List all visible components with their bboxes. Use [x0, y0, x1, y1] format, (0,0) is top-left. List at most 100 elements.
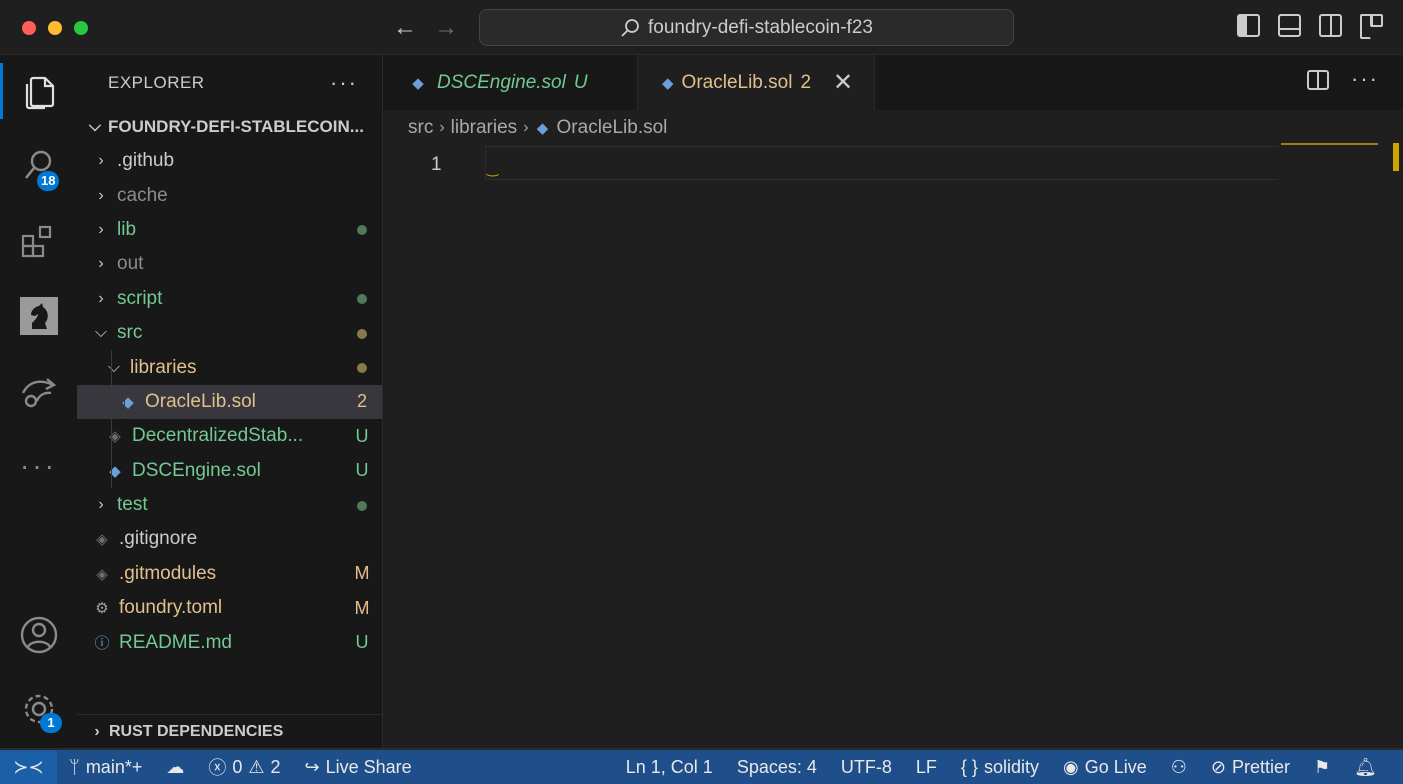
- rust-dependencies-label: RUST DEPENDENCIES: [109, 722, 284, 740]
- branch-icon: ᛘ: [69, 756, 80, 777]
- settings-gear-icon[interactable]: 1: [0, 681, 77, 737]
- git-decoration: U: [355, 632, 369, 653]
- minimap-indicator: [1281, 143, 1378, 145]
- problems-indicator[interactable]: ⓧ 0 ⚠ 2: [196, 754, 292, 780]
- workspace-folder-label: FOUNDRY-DEFI-STABLECOIN...: [108, 117, 364, 136]
- indent-guide: [111, 384, 112, 420]
- tree-file[interactable]: ◆ DSCEngine.sol U: [77, 453, 382, 488]
- warning-squiggle: ‿: [487, 160, 499, 176]
- breadcrumb-item[interactable]: libraries: [451, 117, 518, 139]
- language-label: solidity: [983, 756, 1039, 777]
- activity-bar: 18 ··· 1: [0, 55, 77, 748]
- more-views-icon[interactable]: ···: [0, 438, 77, 494]
- command-center-search[interactable]: foundry-defi-stablecoin-f23: [479, 9, 1014, 46]
- toggle-secondary-sidebar-icon[interactable]: [1319, 14, 1342, 37]
- breadcrumb-item[interactable]: OracleLib.sol: [557, 117, 668, 139]
- tab-oraclelib[interactable]: ◆ OracleLib.sol 2 ✕: [638, 55, 875, 110]
- tree-item-label: test: [117, 494, 148, 516]
- breadcrumb-item[interactable]: src: [408, 117, 433, 139]
- accounts-icon[interactable]: [0, 607, 77, 663]
- language-mode[interactable]: { } solidity: [949, 757, 1051, 778]
- toggle-panel-icon[interactable]: [1278, 14, 1301, 37]
- maximize-window-button[interactable]: [74, 21, 88, 35]
- settings-badge: 1: [40, 713, 62, 733]
- chevron-right-icon: ›: [98, 255, 104, 273]
- status-bar: ≻≺ ᛘ main*+ ☁ ⓧ 0 ⚠ 2 ↪ Live Share Ln 1,…: [0, 748, 1403, 784]
- extensions-icon[interactable]: [0, 213, 77, 269]
- chevron-right-icon: ›: [523, 119, 529, 136]
- go-live-label: Go Live: [1084, 756, 1147, 777]
- chess-knight-extension-icon[interactable]: [0, 288, 77, 344]
- split-editor-icon[interactable]: [1307, 70, 1330, 90]
- tree-folder[interactable]: › lib: [77, 213, 382, 247]
- close-icon[interactable]: ✕: [833, 68, 853, 97]
- back-arrow-icon[interactable]: ←: [393, 14, 417, 42]
- title-bar: ← → foundry-defi-stablecoin-f23: [0, 0, 1403, 55]
- tree-item-label: OracleLib.sol: [145, 390, 256, 412]
- forward-arrow-icon[interactable]: →: [434, 14, 458, 42]
- tree-folder[interactable]: ⌵ src: [77, 316, 382, 350]
- prettier-disabled-icon: ⊘: [1210, 756, 1226, 777]
- remote-indicator-icon[interactable]: ≻≺: [0, 750, 57, 784]
- search-icon[interactable]: 18: [0, 137, 77, 193]
- rust-dependencies-section[interactable]: › RUST DEPENDENCIES: [77, 714, 383, 748]
- tree-folder[interactable]: › out: [77, 247, 382, 281]
- cloud-upload-icon: ☁: [166, 756, 185, 777]
- tree-item-label: src: [117, 322, 143, 344]
- tree-file[interactable]: ◆ OracleLib.sol 2: [77, 384, 382, 420]
- workspace-folder[interactable]: ⌵ FOUNDRY-DEFI-STABLECOIN...: [77, 110, 382, 144]
- close-window-button[interactable]: [22, 21, 36, 35]
- encoding[interactable]: UTF-8: [829, 757, 904, 778]
- tree-folder[interactable]: ⌵ libraries: [77, 350, 382, 385]
- chevron-down-icon: ⌵: [107, 358, 121, 376]
- tree-file[interactable]: ⚙ foundry.toml M: [77, 591, 382, 625]
- tab-dscengine[interactable]: ◆ DSCEngine.sol U: [383, 55, 638, 110]
- chevron-down-icon: ⌵: [88, 118, 102, 135]
- git-status-dot: [357, 225, 367, 236]
- git-decoration: M: [354, 563, 370, 584]
- tree-folder[interactable]: › test: [77, 488, 382, 522]
- git-decoration: M: [354, 597, 370, 618]
- tree-folder[interactable]: › .github: [77, 144, 382, 178]
- chevron-right-icon: ›: [98, 152, 104, 170]
- more-actions-icon[interactable]: ···: [330, 70, 358, 96]
- tree-file[interactable]: ◈ .gitignore: [77, 522, 382, 556]
- live-share-button[interactable]: ↪ Live Share: [293, 757, 424, 778]
- tree-folder[interactable]: › cache: [77, 178, 382, 212]
- end-of-line[interactable]: LF: [904, 757, 949, 778]
- feedback-icon[interactable]: ⚑: [1302, 757, 1342, 778]
- scrollbar-warning-marker: [1393, 143, 1399, 171]
- solidity-file-icon: ◆: [662, 74, 674, 92]
- git-branch[interactable]: ᛘ main*+: [57, 757, 154, 778]
- chevron-right-icon: ›: [98, 220, 104, 238]
- tree-folder[interactable]: › script: [77, 282, 382, 316]
- chevron-right-icon: ›: [94, 722, 100, 740]
- cursor-position[interactable]: Ln 1, Col 1: [614, 757, 725, 778]
- error-icon: ⓧ: [208, 758, 227, 778]
- sync-button[interactable]: ☁: [154, 757, 196, 778]
- remote-explorer-icon[interactable]: [0, 363, 77, 419]
- indent-guide: [111, 350, 112, 385]
- tree-file[interactable]: ◈ DecentralizedStab... U: [77, 419, 382, 454]
- tree-item-label: foundry.toml: [119, 597, 223, 619]
- file-tree: › .github › cache › lib › out › script ⌵ src ⌵ librar…: [77, 144, 382, 660]
- tree-file[interactable]: ◈ .gitmodules M: [77, 557, 382, 591]
- explorer-icon[interactable]: [0, 63, 77, 119]
- prettier-button[interactable]: ⊘ Prettier: [1199, 757, 1302, 778]
- chevron-right-icon: ›: [98, 496, 104, 514]
- line-number: 1: [431, 154, 442, 175]
- git-status-dot: [357, 500, 367, 511]
- indentation[interactable]: Spaces: 4: [725, 757, 829, 778]
- toggle-primary-sidebar-icon[interactable]: [1237, 14, 1260, 37]
- minimize-window-button[interactable]: [48, 21, 62, 35]
- git-file-icon: ◈: [96, 565, 108, 583]
- go-live-button[interactable]: ◉ Go Live: [1051, 757, 1159, 778]
- code-editor[interactable]: 1 ‿: [383, 143, 1403, 714]
- more-actions-icon[interactable]: ···: [1351, 68, 1379, 90]
- customize-layout-icon[interactable]: [1360, 14, 1383, 39]
- command-center-text: foundry-defi-stablecoin-f23: [648, 16, 873, 38]
- notifications-bell-icon[interactable]: 🔔︎: [1342, 757, 1389, 778]
- copilot-icon[interactable]: ⚇: [1159, 757, 1199, 778]
- tree-file[interactable]: ⓘ README.md U: [77, 625, 382, 659]
- solidity-file-icon: ◆: [412, 74, 424, 92]
